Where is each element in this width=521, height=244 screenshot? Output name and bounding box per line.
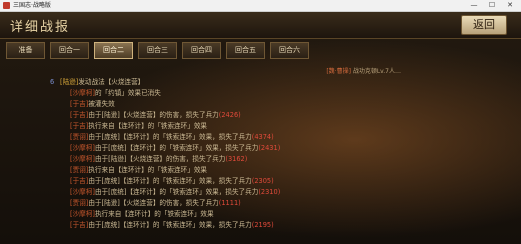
back-button[interactable]: 返回	[461, 15, 507, 35]
tab-round-5[interactable]: 回合五	[226, 42, 265, 59]
log-actor: [于吉]	[70, 111, 89, 119]
scroll-fade	[0, 230, 521, 244]
log-line: [于吉]由于[庞统]【连环计】的「铁索连环」效果，损失了兵力(2305)	[60, 177, 500, 188]
log-line: [贾诩]由于[陆逊]【火烧连营】的伤害，损失了兵力(1111)	[60, 199, 500, 210]
log-text: 被灌失效	[88, 100, 115, 108]
log-text: 由于[庞统]【连环计】的「铁索连环」效果，损失了兵力	[88, 177, 252, 185]
log-line: [于吉]被灌失效	[60, 100, 500, 111]
tab-round-3[interactable]: 回合三	[138, 42, 177, 59]
log-index: 6	[50, 78, 55, 86]
log-line: 6 [陆逊]发动战法【火烧连营】	[50, 78, 500, 89]
log-text: 由于[陆逊]【火烧连营】的伤害，损失了兵力	[88, 199, 219, 207]
tab-round-4[interactable]: 回合四	[182, 42, 221, 59]
log-line: [沙摩柯]的「约镇」效果已消失	[60, 89, 500, 100]
log-actor: [贾诩]	[70, 199, 89, 207]
log-actor: [贾诩]	[70, 133, 89, 141]
header-bar: 详细战报 返回	[0, 12, 521, 39]
log-text: 由于[陆逊]【火烧连营】的伤害，损失了兵力	[88, 111, 219, 119]
log-line: [沙摩柯]由于[庞统]【连环计】的「铁索连环」效果，损失了兵力(2431)	[60, 144, 500, 155]
top-note-text: 战功克顿Lv.7人…	[352, 68, 401, 75]
log-text: 由于[陆逊]【火烧连营】的伤害，损失了兵力	[94, 155, 226, 163]
minimize-button[interactable]: —	[465, 0, 483, 11]
log-actor: [于吉]	[70, 100, 89, 108]
log-actor: [陆逊]	[60, 78, 79, 86]
log-actor: [于吉]	[70, 122, 89, 130]
log-actor: [于吉]	[70, 177, 89, 185]
log-loss-number: (4374)	[251, 133, 274, 141]
tab-round-2[interactable]: 回合二	[94, 42, 133, 59]
log-line: [于吉]由于[陆逊]【火烧连营】的伤害，损失了兵力(2426)	[60, 111, 500, 122]
log-loss-number: (3162)	[225, 155, 248, 163]
round-tabs: 准备 回合一 回合二 回合三 回合四 回合五 回合六	[6, 42, 309, 59]
top-note-tag: [魏·曹操]	[326, 68, 351, 75]
log-actor: [于吉]	[70, 221, 89, 229]
log-actor: [贾诩]	[70, 166, 89, 174]
log-line: [贾诩]由于[庞统]【连环计】的「铁索连环」效果，损失了兵力(4374)	[60, 133, 500, 144]
maximize-button[interactable]: ☐	[483, 0, 501, 11]
log-line: [沙摩柯]执行来自【连环计】的「铁索连环」效果	[60, 210, 500, 221]
log-line: [沙摩柯]由于[庞统]【连环计】的「铁索连环」效果，损失了兵力(2310)	[60, 188, 500, 199]
log-text: 的「约镇」效果已消失	[94, 89, 161, 97]
log-loss-number: (2305)	[251, 177, 274, 185]
log-actor: [沙摩柯]	[70, 89, 95, 97]
log-actor: [沙摩柯]	[70, 188, 95, 196]
app-icon	[3, 2, 10, 9]
log-text: 由于[庞统]【连环计】的「铁索连环」效果，损失了兵力	[88, 221, 252, 229]
window-titlebar: 三国志·战略版 — ☐ ✕	[0, 0, 521, 12]
window-title: 三国志·战略版	[13, 2, 51, 9]
tab-round-6[interactable]: 回合六	[270, 42, 309, 59]
log-text: 执行来自【连环计】的「铁索连环」效果	[94, 210, 214, 218]
tab-round-1[interactable]: 回合一	[50, 42, 89, 59]
log-actor: [沙摩柯]	[70, 210, 95, 218]
log-loss-number: (1111)	[218, 199, 241, 207]
log-line: [沙摩柯]由于[陆逊]【火烧连营】的伤害，损失了兵力(3162)	[60, 155, 500, 166]
log-text: 发动战法【火烧连营】	[78, 78, 145, 86]
log-loss-number: (2426)	[218, 111, 241, 119]
tab-prepare[interactable]: 准备	[6, 42, 45, 59]
log-line: [贾诩]执行来自【连环计】的「铁索连环」效果	[60, 166, 500, 177]
top-note: [魏·曹操] 战功克顿Lv.7人…	[326, 66, 401, 75]
log-loss-number: (2310)	[258, 188, 281, 196]
log-actor: [沙摩柯]	[70, 155, 95, 163]
battle-log[interactable]: 6 [陆逊]发动战法【火烧连营】 [沙摩柯]的「约镇」效果已消失 [于吉]被灌失效 [于…	[50, 78, 500, 232]
log-text: 由于[庞统]【连环计】的「铁索连环」效果，损失了兵力	[94, 144, 259, 152]
log-loss-number: (2431)	[258, 144, 281, 152]
log-line: [于吉]执行来自【连环计】的「铁索连环」效果	[60, 122, 500, 133]
log-text: 执行来自【连环计】的「铁索连环」效果	[88, 122, 208, 130]
page-title: 详细战报	[10, 20, 71, 35]
close-button[interactable]: ✕	[501, 0, 519, 11]
log-actor: [沙摩柯]	[70, 144, 95, 152]
log-text: 由于[庞统]【连环计】的「铁索连环」效果，损失了兵力	[88, 133, 252, 141]
log-loss-number: (2195)	[251, 221, 274, 229]
battle-report-panel: 详细战报 返回 准备 回合一 回合二 回合三 回合四 回合五 回合六 [魏·曹操…	[0, 12, 521, 244]
log-text: 由于[庞统]【连环计】的「铁索连环」效果，损失了兵力	[94, 188, 259, 196]
log-text: 执行来自【连环计】的「铁索连环」效果	[88, 166, 208, 174]
